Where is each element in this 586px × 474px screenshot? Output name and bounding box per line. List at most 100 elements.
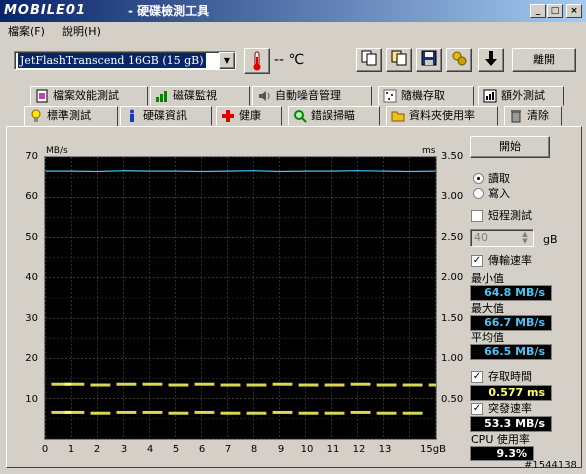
- burst-rate-value: 53.3 MB/s: [470, 416, 552, 432]
- read-radio[interactable]: [473, 173, 484, 184]
- drive-select[interactable]: JetFlashTranscend 16GB (15 gB) ▼: [14, 51, 236, 70]
- tab-benchmark[interactable]: 標準測試: [24, 106, 118, 127]
- drive-select-value: JetFlashTranscend 16GB (15 gB): [18, 53, 206, 68]
- thermometer-icon: [244, 48, 270, 74]
- access-time-checkbox[interactable]: ✓: [471, 371, 483, 383]
- file-benchmark-icon: [35, 89, 49, 103]
- info-icon: [125, 109, 139, 123]
- y-tick-left: 70: [25, 151, 38, 162]
- menu-file[interactable]: 檔案(F): [8, 24, 45, 39]
- window-title: - 硬碟檢測工具: [128, 4, 210, 18]
- access-time-point: [376, 383, 397, 387]
- access-time-point: [350, 410, 371, 414]
- x-tick: 10: [300, 444, 314, 455]
- copy-screen-icon[interactable]: [386, 48, 412, 72]
- min-label: 最小值: [471, 272, 504, 285]
- access-time-point: [116, 410, 137, 414]
- menu-help[interactable]: 說明(H): [62, 24, 101, 39]
- write-radio[interactable]: [473, 188, 484, 199]
- x-tick: 5: [172, 444, 180, 455]
- tab-label: 錯誤掃瞄: [311, 109, 355, 122]
- save-icon[interactable]: [416, 48, 442, 72]
- access-time-point: [168, 383, 189, 387]
- access-time-point: [324, 383, 345, 387]
- access-time-point: [324, 411, 345, 415]
- stepper-arrows-icon[interactable]: ▲ ▼: [518, 231, 532, 245]
- access-time-point: [350, 382, 371, 386]
- chevron-down-icon[interactable]: ▼: [219, 52, 235, 69]
- y-tick-left: 30: [25, 313, 38, 324]
- start-button[interactable]: 開始: [470, 136, 550, 158]
- max-label: 最大值: [471, 302, 504, 315]
- access-time-point: [376, 411, 397, 415]
- minimize-button[interactable]: _: [530, 4, 546, 18]
- short-test-value: 40: [474, 231, 488, 244]
- y-tick-right: 2.50: [441, 232, 464, 243]
- tab-erase[interactable]: 清除: [504, 106, 562, 126]
- access-time-point: [246, 411, 267, 415]
- transfer-rate-checkbox[interactable]: ✓: [471, 255, 483, 267]
- access-time-point: [64, 382, 85, 386]
- tab-label: 清除: [527, 109, 549, 122]
- access-time-point: [64, 410, 85, 414]
- tab-acoustic-management[interactable]: 自動噪音管理: [252, 86, 372, 106]
- access-time-point: [194, 382, 215, 386]
- down-arrow-icon[interactable]: [478, 48, 504, 72]
- max-value: 66.7 MB/s: [470, 315, 552, 331]
- access-time-point: [142, 410, 163, 414]
- access-time-point: [116, 382, 137, 386]
- burst-rate-checkbox[interactable]: ✓: [471, 403, 483, 415]
- watermark: #1544138: [524, 460, 577, 471]
- y-tick-right: 2.00: [441, 272, 464, 283]
- cpu-value: 9.3%: [470, 446, 534, 461]
- short-test-stepper[interactable]: 40 ▲ ▼: [470, 229, 534, 247]
- trash-icon: [509, 109, 523, 123]
- app-logo: MOBILE01: [4, 3, 86, 18]
- tab-disk-monitor[interactable]: 磁碟監視: [150, 86, 250, 106]
- tab-file-benchmark[interactable]: 檔案效能測試: [30, 86, 148, 106]
- random-access-icon: [383, 89, 397, 103]
- burst-rate-label: 突發速率: [488, 402, 532, 415]
- access-time-point: [402, 411, 423, 415]
- tab-label: 隨機存取: [401, 89, 445, 102]
- access-time-point: [194, 410, 215, 414]
- access-time-point: [298, 411, 319, 415]
- tab-error-scan[interactable]: 錯誤掃瞄: [288, 106, 380, 126]
- read-label: 讀取: [488, 172, 510, 185]
- options-icon[interactable]: [446, 48, 472, 72]
- disk-monitor-icon: [155, 89, 169, 103]
- x-tick: 6: [198, 444, 206, 455]
- temperature-value: -- ℃: [274, 52, 305, 68]
- y-tick-right: 3.00: [441, 191, 464, 202]
- speaker-icon: [257, 89, 271, 103]
- x-tick: 13: [378, 444, 392, 455]
- copy-icon[interactable]: [356, 48, 382, 72]
- tab-label: 標準測試: [47, 109, 91, 122]
- tab-label: 磁碟監視: [173, 89, 217, 102]
- tab-label: 資料夾使用率: [409, 109, 475, 122]
- tab-random-access[interactable]: 隨機存取: [378, 86, 474, 106]
- folder-icon: [391, 109, 405, 123]
- close-button[interactable]: ×: [566, 4, 582, 18]
- transfer-rate-line: [45, 170, 436, 173]
- access-time-point: [272, 382, 293, 386]
- access-time-point: [220, 411, 241, 415]
- maximize-button[interactable]: □: [547, 4, 563, 18]
- y-tick-left: 60: [25, 191, 38, 202]
- tab-disk-info[interactable]: 硬碟資訊: [120, 106, 212, 126]
- access-time-point: [220, 383, 241, 387]
- tab-folder-usage[interactable]: 資料夾使用率: [386, 106, 498, 126]
- short-test-label: 短程測試: [488, 209, 532, 222]
- exit-button[interactable]: 離開: [512, 48, 576, 72]
- cpu-label: CPU 使用率: [471, 433, 530, 446]
- x-tick: 2: [93, 444, 101, 455]
- avg-label: 平均值: [471, 331, 504, 344]
- lightbulb-icon: [29, 109, 43, 123]
- x-tick: 0: [41, 444, 49, 455]
- short-test-checkbox[interactable]: [471, 210, 483, 222]
- y-tick-right: 0.50: [441, 394, 464, 405]
- tab-extra-tests[interactable]: 額外測試: [478, 86, 564, 106]
- tab-health[interactable]: 健康: [216, 106, 282, 126]
- right-axis-unit: ms: [422, 146, 436, 156]
- health-cross-icon: [221, 109, 235, 123]
